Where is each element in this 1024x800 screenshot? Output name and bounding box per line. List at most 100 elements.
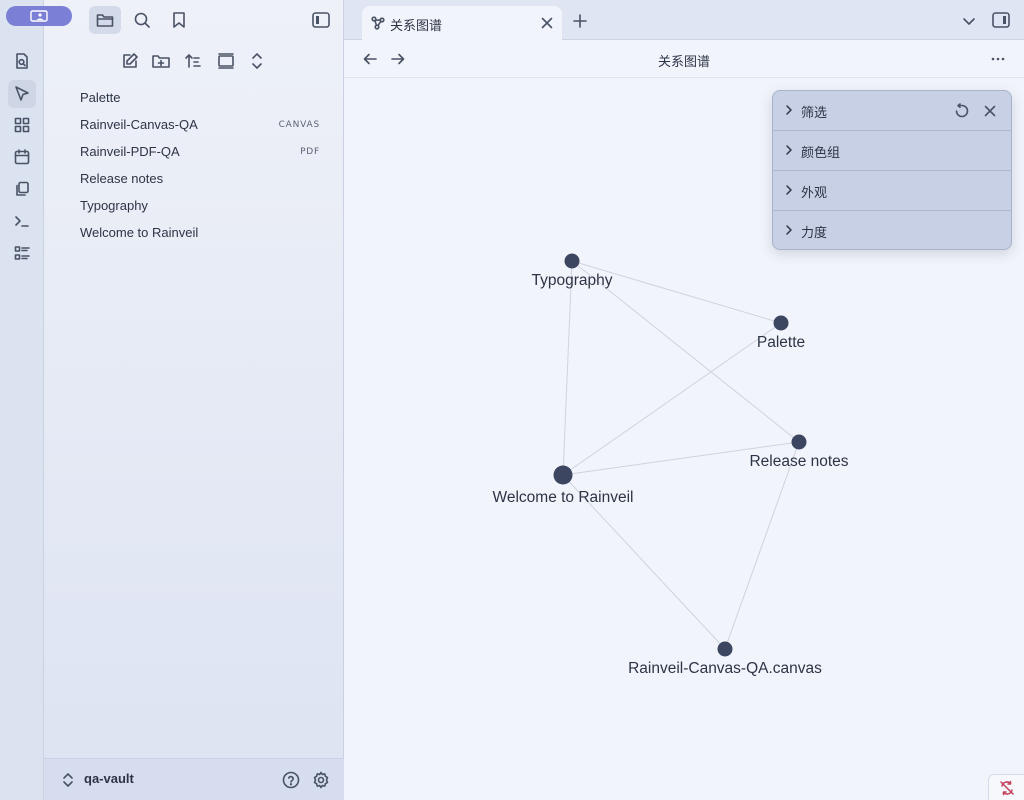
graph-node-label[interactable]: Palette bbox=[757, 334, 805, 351]
graph-node-label[interactable]: Rainveil-Canvas-QA.canvas bbox=[628, 660, 822, 677]
file-type-badge: CANVAS bbox=[278, 120, 320, 130]
bookmark-icon bbox=[173, 12, 185, 28]
new-note-button[interactable] bbox=[117, 48, 143, 74]
file-name: Typography bbox=[80, 198, 148, 213]
file-item-typography[interactable]: Typography bbox=[44, 194, 344, 221]
groups-section[interactable]: 颜色组 bbox=[773, 131, 1011, 171]
collapse-sidebar-button[interactable] bbox=[305, 6, 337, 34]
close-controls-button[interactable] bbox=[980, 101, 1000, 121]
section-label: 颜色组 bbox=[801, 145, 841, 160]
chevron-right-icon bbox=[786, 185, 792, 195]
sort-icon bbox=[185, 54, 201, 68]
graph-node-label[interactable]: Release notes bbox=[749, 453, 848, 470]
chevrons-up-down-icon bbox=[63, 773, 73, 787]
graph-node-release[interactable] bbox=[791, 434, 807, 450]
graph-controls-panel: 筛选 颜色组 外观 力度 bbox=[772, 90, 1012, 250]
calendar-icon[interactable] bbox=[8, 143, 36, 171]
chevron-down-icon bbox=[963, 18, 975, 25]
chevron-right-icon bbox=[786, 145, 792, 155]
graph-node-label[interactable]: Typography bbox=[532, 272, 613, 289]
graph-view-icon[interactable] bbox=[8, 80, 36, 108]
more-options-button[interactable] bbox=[988, 50, 1008, 68]
sidebar: Palette Rainveil-Canvas-QA CANVAS Rainve… bbox=[44, 0, 344, 800]
graph-node-label[interactable]: Welcome to Rainveil bbox=[493, 489, 634, 506]
file-name: Release notes bbox=[80, 171, 164, 186]
file-name: Palette bbox=[80, 90, 121, 105]
sidebar-header bbox=[44, 0, 344, 40]
chevron-right-icon bbox=[786, 105, 792, 115]
file-name: Welcome to Rainveil bbox=[80, 225, 199, 240]
sidebar-footer: qa-vault bbox=[44, 758, 344, 800]
tab-graph-view[interactable]: 关系图谱 bbox=[362, 6, 562, 41]
bookmarks-tab[interactable] bbox=[163, 6, 195, 34]
tab-bar: 关系图谱 bbox=[344, 0, 1024, 41]
sort-button[interactable] bbox=[180, 48, 206, 74]
file-item-release-notes[interactable]: Release notes bbox=[44, 167, 344, 194]
chevron-right-icon bbox=[786, 225, 792, 235]
vault-name[interactable]: qa-vault bbox=[84, 771, 134, 786]
gear-icon bbox=[313, 771, 329, 789]
section-label: 外观 bbox=[801, 185, 828, 200]
file-item-canvas-qa[interactable]: Rainveil-Canvas-QA CANVAS bbox=[44, 113, 344, 140]
file-item-welcome[interactable]: Welcome to Rainveil bbox=[44, 221, 344, 248]
ribbon bbox=[0, 0, 44, 800]
sync-status-button[interactable] bbox=[988, 774, 1024, 800]
view-header: 关系图谱 bbox=[344, 40, 1024, 78]
help-icon bbox=[282, 771, 300, 789]
display-section[interactable]: 外观 bbox=[773, 171, 1011, 211]
file-item-pdf-qa[interactable]: Rainveil-PDF-QA PDF bbox=[44, 140, 344, 167]
section-label: 力度 bbox=[801, 225, 828, 240]
forces-section[interactable]: 力度 bbox=[773, 211, 1011, 249]
reset-icon bbox=[955, 103, 969, 118]
chevrons-up-down-icon bbox=[252, 53, 262, 69]
restore-defaults-button[interactable] bbox=[952, 101, 972, 121]
close-tab-button[interactable] bbox=[538, 14, 556, 32]
vault-icon bbox=[30, 10, 48, 22]
graph-node-canvas[interactable] bbox=[717, 641, 733, 657]
help-button[interactable] bbox=[280, 769, 302, 791]
settings-button[interactable] bbox=[310, 769, 332, 791]
sync-off-icon bbox=[999, 780, 1014, 795]
quick-switcher-icon[interactable] bbox=[8, 47, 36, 75]
graph-node-palette[interactable] bbox=[773, 315, 789, 331]
graph-edge-typography-welcome bbox=[562, 260, 573, 476]
search-icon bbox=[134, 12, 150, 28]
graph-edge-typography-palette bbox=[571, 260, 782, 324]
section-label: 筛选 bbox=[801, 105, 828, 120]
copy-icon[interactable] bbox=[8, 175, 36, 203]
folder-icon bbox=[96, 14, 114, 27]
file-explorer-tab[interactable] bbox=[89, 6, 121, 34]
edit-icon bbox=[123, 53, 138, 68]
new-tab-button[interactable] bbox=[570, 11, 590, 31]
new-folder-button[interactable] bbox=[148, 48, 174, 74]
plus-icon bbox=[573, 14, 587, 28]
more-icon bbox=[991, 57, 1005, 61]
file-type-badge: PDF bbox=[300, 147, 320, 157]
filters-section[interactable]: 筛选 bbox=[773, 91, 1011, 131]
tab-list-button[interactable] bbox=[959, 11, 979, 31]
collapse-all-button[interactable] bbox=[244, 48, 270, 74]
graph-node-typography[interactable] bbox=[564, 253, 580, 269]
outline-icon[interactable] bbox=[8, 239, 36, 267]
file-list: Palette Rainveil-Canvas-QA CANVAS Rainve… bbox=[44, 86, 344, 248]
tab-title: 关系图谱 bbox=[390, 18, 443, 33]
terminal-icon[interactable] bbox=[8, 207, 36, 235]
canvas-icon[interactable] bbox=[8, 111, 36, 139]
sidebar-toggle-icon bbox=[312, 12, 330, 28]
vault-menu-button[interactable] bbox=[57, 769, 79, 791]
file-item-palette[interactable]: Palette bbox=[44, 86, 344, 113]
folder-plus-icon bbox=[152, 55, 170, 68]
file-name: Rainveil-PDF-QA bbox=[80, 144, 180, 159]
vault-switcher-button[interactable] bbox=[6, 6, 72, 26]
sidebar-right-icon bbox=[992, 12, 1010, 28]
file-name: Rainveil-Canvas-QA bbox=[80, 117, 198, 132]
close-icon bbox=[984, 105, 996, 117]
right-sidebar-toggle[interactable] bbox=[989, 9, 1013, 31]
search-tab[interactable] bbox=[126, 6, 158, 34]
reveal-icon bbox=[218, 53, 234, 69]
auto-reveal-button[interactable] bbox=[213, 48, 239, 74]
close-icon bbox=[541, 17, 553, 29]
graph-edge-palette-welcome bbox=[562, 322, 782, 476]
graph-node-welcome[interactable] bbox=[553, 465, 573, 485]
graph-edge-release-canvas bbox=[724, 441, 800, 650]
